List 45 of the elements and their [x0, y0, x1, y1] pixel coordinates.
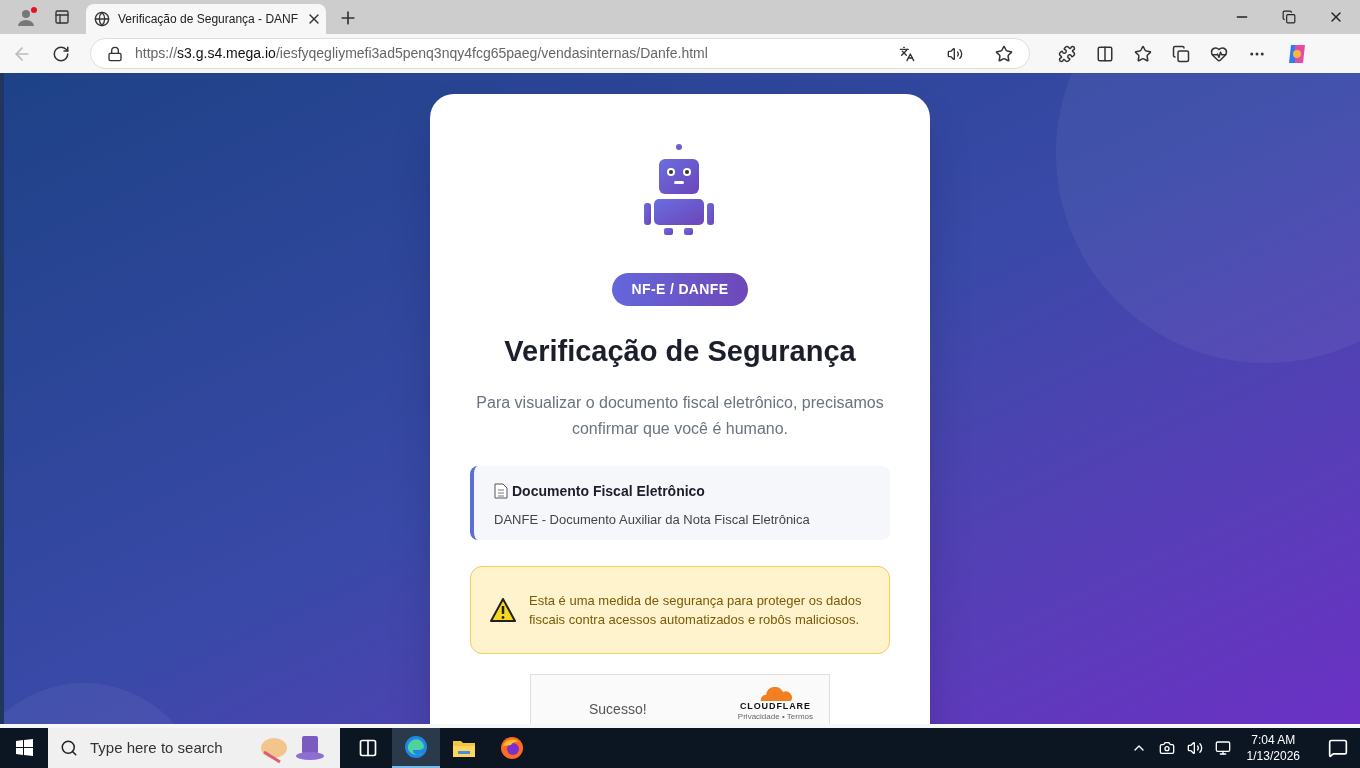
collections-icon[interactable] — [1172, 44, 1190, 63]
folder-icon — [452, 738, 476, 758]
search-placeholder: Type here to search — [90, 737, 224, 758]
extensions-icon[interactable] — [1058, 44, 1076, 63]
captcha-status: Sucesso! — [589, 699, 648, 719]
warning-text: Esta é uma medida de segurança para proteger os dados fiscais contra acessos automatizados e robôs maliciosos. — [529, 591, 863, 629]
globe-icon — [94, 11, 110, 27]
page-title: Verificação de Segurança — [504, 334, 856, 369]
favorite-star-icon[interactable] — [995, 44, 1013, 63]
address-bar[interactable]: https://s3.g.s4.mega.io/iesfyqegliymefi3ad5penq3nqy4fcg65paeg/vendasinternas/Danfe.html — [90, 38, 1030, 69]
warning-icon — [489, 596, 517, 623]
speaker-icon[interactable] — [1186, 740, 1203, 756]
clock-time[interactable]: 7:04 AM — [1251, 732, 1296, 748]
read-aloud-icon[interactable] — [947, 45, 963, 62]
notifications-icon[interactable] — [1328, 738, 1348, 758]
restore-icon[interactable] — [1282, 10, 1296, 24]
document-description: DANFE - Documento Auxiliar da Nota Fiscal Eletrônica — [494, 510, 811, 529]
firefox-icon — [500, 736, 524, 760]
translate-icon[interactable] — [899, 45, 915, 62]
favorites-icon[interactable] — [1134, 44, 1152, 63]
tab-title: Verificação de Segurança - DANF — [118, 11, 299, 28]
cloudflare-logo: CLOUDFLARE — [739, 700, 811, 712]
robot-icon — [643, 144, 717, 238]
category-badge: NF-E / DANFE — [611, 273, 749, 306]
url-text: https://s3.g.s4.mega.io/iesfyqegliymefi3ad5penq3nqy4fcg65paeg/vendasinternas/Danfe.html — [135, 44, 709, 63]
taskbar-search-field[interactable]: Type here to search — [48, 728, 340, 768]
captcha-links: Privacidade • Termos — [737, 711, 813, 722]
camera-icon[interactable] — [1158, 740, 1175, 756]
task-view-icon — [358, 738, 378, 758]
clock-date[interactable]: 1/13/2026 — [1246, 748, 1300, 764]
lock-icon — [107, 45, 123, 62]
browser-tab[interactable]: Verificação de Segurança - DANF — [86, 4, 326, 34]
health-icon[interactable] — [1210, 44, 1228, 63]
copilot-icon[interactable] — [1286, 42, 1308, 65]
document-title: Documento Fiscal Eletrônico — [512, 481, 705, 501]
tab-actions-icon[interactable] — [54, 9, 70, 25]
page-subtitle: Para visualizar o documento fiscal eletrônico, precisamos confirmar que você é humano. — [475, 392, 885, 439]
network-icon[interactable] — [1214, 740, 1231, 756]
split-screen-icon[interactable] — [1096, 44, 1114, 63]
reload-icon[interactable] — [52, 44, 70, 63]
document-icon — [494, 483, 508, 499]
edge-icon — [404, 735, 428, 759]
search-icon — [60, 739, 78, 757]
profile-icon[interactable] — [16, 6, 38, 28]
taskbar-app[interactable] — [392, 728, 440, 768]
